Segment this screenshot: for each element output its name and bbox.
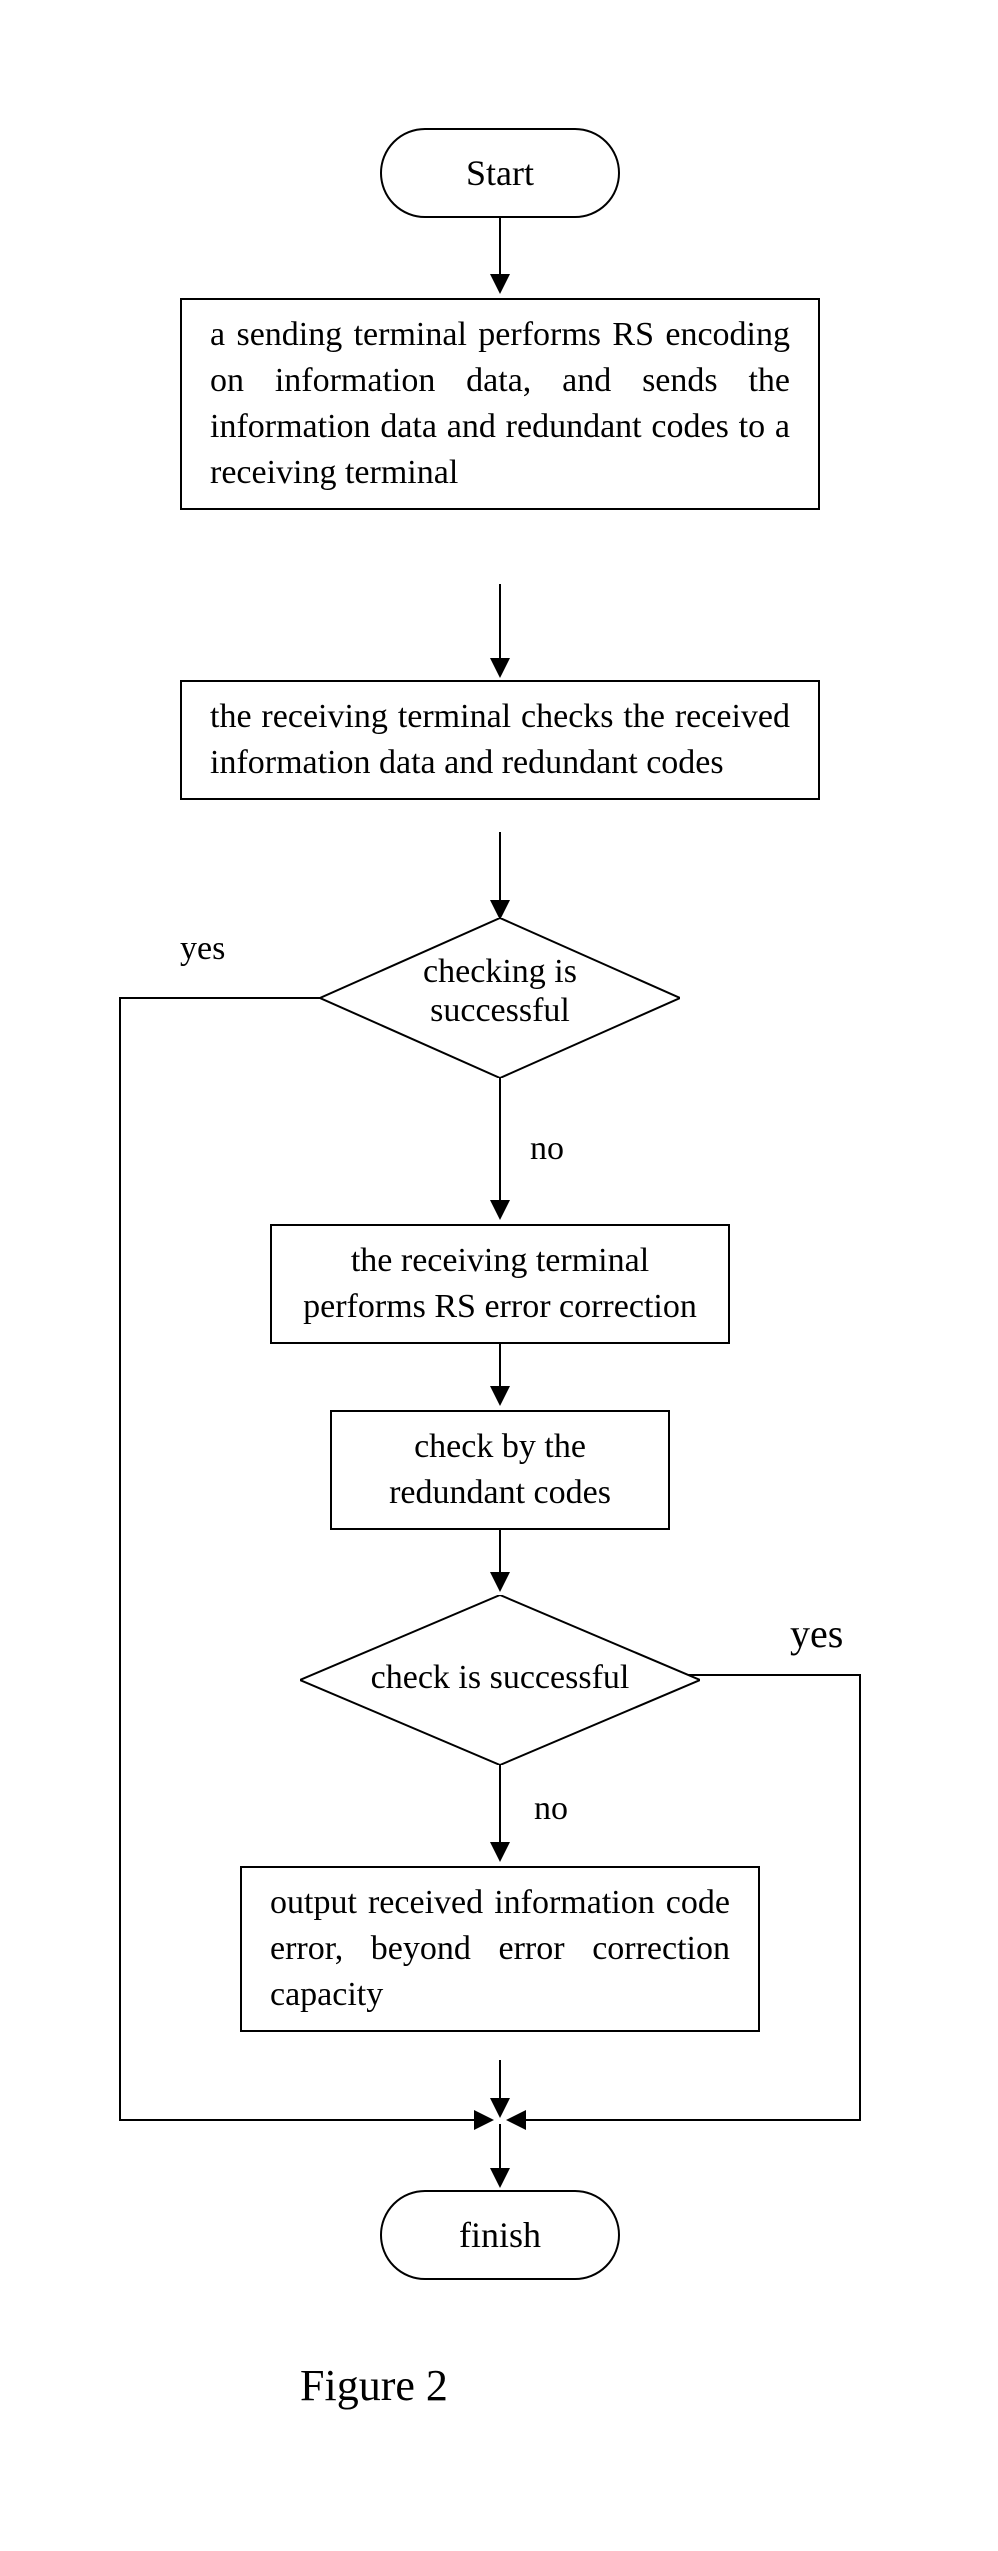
- step5-text: output received information code error, …: [270, 1884, 730, 2013]
- edge-d2-no: no: [534, 1790, 568, 1828]
- step3-text: the receiving terminal performs RS error…: [303, 1242, 697, 1325]
- start-label: Start: [466, 152, 534, 194]
- edge-d1-yes: yes: [180, 930, 225, 968]
- process-step1: a sending terminal performs RS encoding …: [180, 298, 820, 510]
- process-step5: output received information code error, …: [240, 1866, 760, 2032]
- terminator-start: Start: [380, 128, 620, 218]
- decision-check-successful: [320, 918, 680, 1078]
- flowchart-canvas: Start a sending terminal performs RS enc…: [0, 40, 998, 2511]
- edge-d1-no: no: [530, 1130, 564, 1168]
- step1-text: a sending terminal performs RS encoding …: [210, 316, 790, 491]
- step2-text: the receiving terminal checks the receiv…: [210, 698, 790, 781]
- decision1-label: checking is successful: [400, 952, 600, 1030]
- process-step4: check by the redundant codes: [330, 1410, 670, 1530]
- finish-label: finish: [459, 2214, 541, 2256]
- figure-caption: Figure 2: [300, 2360, 448, 2411]
- process-step2: the receiving terminal checks the receiv…: [180, 680, 820, 800]
- decision-check2: [300, 1595, 700, 1765]
- edge-d2-yes: yes: [790, 1610, 843, 1657]
- decision2-label: check is successful: [340, 1658, 660, 1697]
- terminator-finish: finish: [380, 2190, 620, 2280]
- step4-text: check by the redundant codes: [389, 1428, 611, 1511]
- process-step3: the receiving terminal performs RS error…: [270, 1224, 730, 1344]
